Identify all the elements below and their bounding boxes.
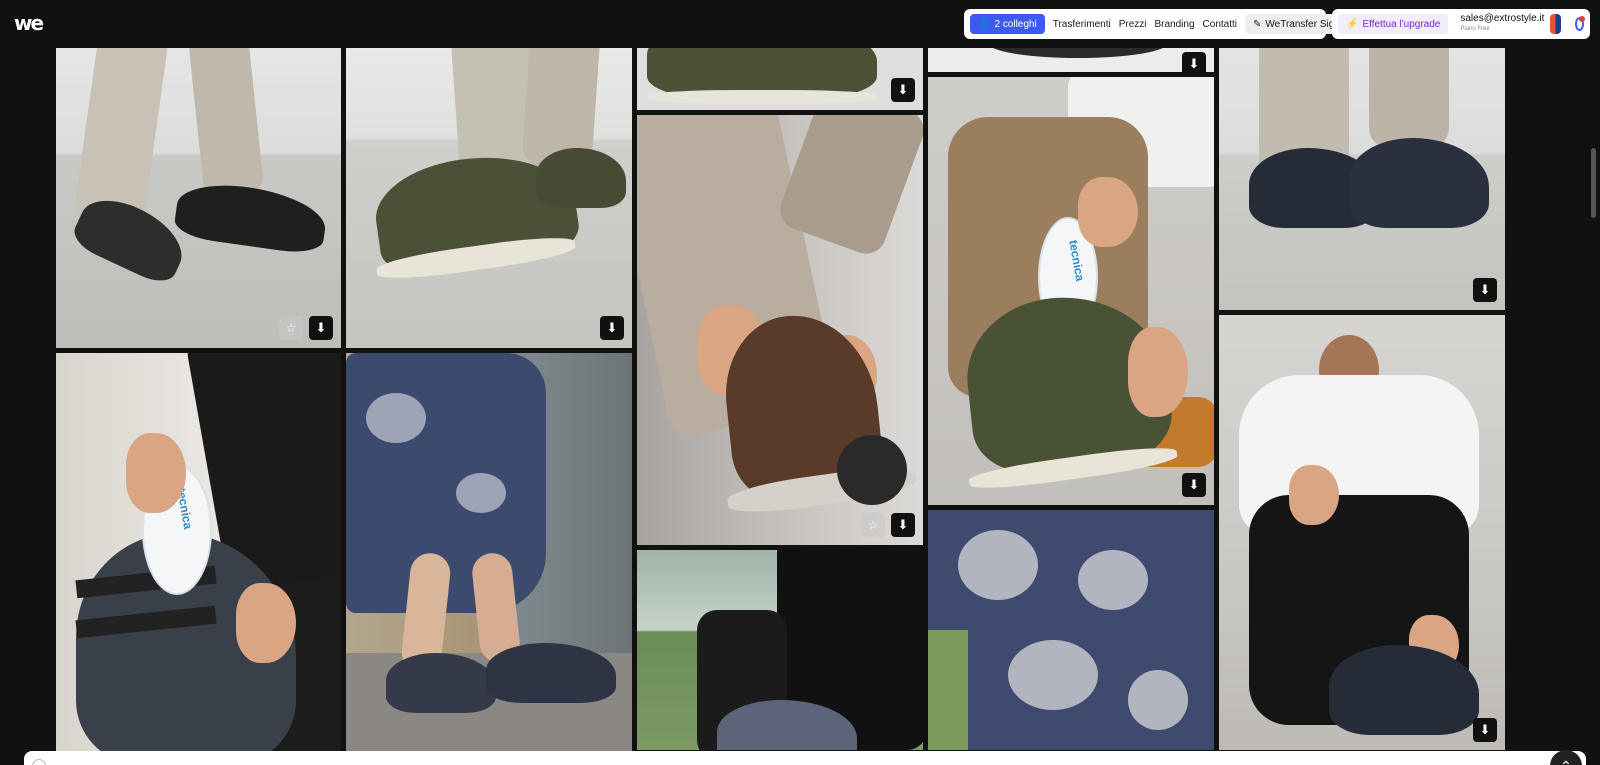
- download-button[interactable]: ⬇: [891, 78, 915, 102]
- download-button[interactable]: ⬇: [600, 316, 624, 340]
- upgrade-label: Effettua l'upgrade: [1362, 18, 1441, 30]
- page-scrollbar[interactable]: [1591, 148, 1596, 218]
- download-button[interactable]: ⬇: [309, 316, 333, 340]
- gallery-image[interactable]: ⬇: [346, 48, 632, 348]
- colleghi-button[interactable]: 👤 2 colleghi: [970, 14, 1045, 34]
- gallery-image[interactable]: tecnica: [56, 353, 341, 751]
- gallery-image[interactable]: ⬇: [1219, 48, 1505, 310]
- nav-link-branding[interactable]: Branding: [1155, 19, 1195, 30]
- sign-label: WeTransfer Sign: [1265, 18, 1340, 30]
- pen-icon: ✎: [1253, 18, 1262, 30]
- nav-link-prezzi[interactable]: Prezzi: [1119, 19, 1147, 30]
- image-gallery: ☆ ⬇ tecnica ⬇ ⬇ ☆ ⬇ ⬇ tecnica ⬇ ⬇ ⬇: [56, 48, 1536, 751]
- gallery-image[interactable]: [346, 353, 632, 751]
- upgrade-button[interactable]: ⚡ Effettua l'upgrade: [1338, 14, 1449, 34]
- gallery-image[interactable]: ☆ ⬇: [637, 115, 923, 545]
- bottom-panel[interactable]: [24, 751, 1586, 765]
- avatar[interactable]: [1550, 14, 1561, 34]
- bell-icon[interactable]: [1574, 16, 1585, 31]
- account-email: sales@extrostyle.it: [1460, 13, 1545, 24]
- download-button[interactable]: ⬇: [891, 513, 915, 537]
- account-info[interactable]: sales@extrostyle.it Piano Free: [1460, 14, 1544, 34]
- nav-link-contatti[interactable]: Contatti: [1203, 19, 1237, 30]
- gallery-image[interactable]: [637, 550, 923, 750]
- gallery-image[interactable]: ⬇: [928, 48, 1214, 72]
- page: we 👤 2 colleghi Trasferimenti Prezzi Bra…: [0, 0, 1600, 765]
- nav-link-trasferimenti[interactable]: Trasferimenti: [1053, 19, 1111, 30]
- account-plan: Piano Free: [1460, 26, 1490, 32]
- download-button[interactable]: ⬇: [1182, 52, 1206, 72]
- gallery-image[interactable]: [928, 510, 1214, 750]
- main-nav: 👤 2 colleghi Trasferimenti Prezzi Brandi…: [964, 9, 1348, 39]
- favorite-button[interactable]: ☆: [861, 513, 885, 537]
- download-button[interactable]: ⬇: [1182, 473, 1206, 497]
- circle-icon: [32, 759, 46, 765]
- download-button[interactable]: ⬇: [1473, 718, 1497, 742]
- download-button[interactable]: ⬇: [1473, 278, 1497, 302]
- wetransfer-logo[interactable]: we: [14, 12, 44, 34]
- gallery-image[interactable]: tecnica ⬇: [928, 77, 1214, 505]
- colleghi-label: 2 colleghi: [994, 18, 1037, 30]
- bolt-icon: ⚡: [1346, 18, 1359, 30]
- favorite-button[interactable]: ☆: [279, 316, 303, 340]
- user-plus-icon: 👤: [978, 18, 991, 30]
- gallery-image[interactable]: ⬇: [1219, 315, 1505, 750]
- gallery-image[interactable]: ⬇: [637, 48, 923, 110]
- notification-dot: [1579, 16, 1585, 22]
- account-area: ⚡ Effettua l'upgrade sales@extrostyle.it…: [1332, 9, 1590, 39]
- gallery-image[interactable]: ☆ ⬇: [56, 48, 341, 348]
